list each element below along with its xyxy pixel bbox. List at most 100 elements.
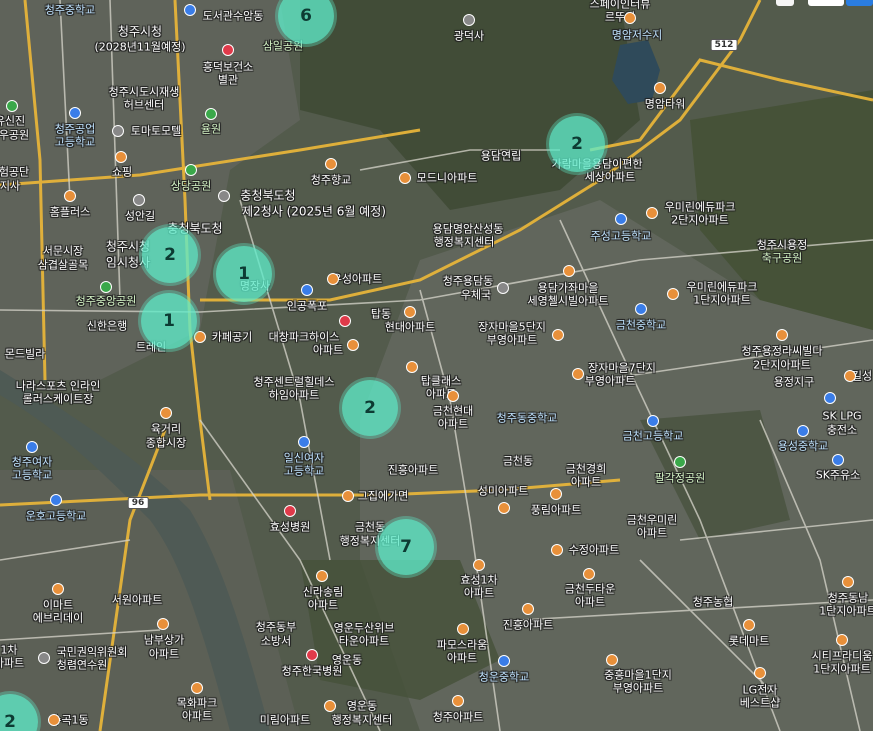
poi-pin-icon[interactable] <box>667 288 679 300</box>
map-place-label[interactable]: 별관 <box>218 74 238 87</box>
marker-cluster[interactable]: 7 <box>378 519 434 575</box>
map-place-label[interactable]: 광덕사 <box>454 30 484 43</box>
map-place-label[interactable]: 시티프라디움 <box>812 650 873 663</box>
poi-pin-icon[interactable] <box>399 172 411 184</box>
map-place-label[interactable]: 성안길 <box>125 210 155 223</box>
poi-pin-icon[interactable] <box>218 190 230 202</box>
poi-pin-icon[interactable] <box>522 603 534 615</box>
map-place-label[interactable]: 소방서 <box>261 635 291 648</box>
map-place-label[interactable]: 중흥마을1단지 <box>604 669 672 682</box>
map-place-label[interactable]: 효성병원 <box>270 521 310 534</box>
map-place-label[interactable]: 아파트 <box>308 599 338 612</box>
map-place-label[interactable]: 주성고등학교 <box>591 230 652 243</box>
map-place-label[interactable]: 나라스포츠 인라인 <box>16 380 100 393</box>
poi-pin-icon[interactable] <box>64 190 76 202</box>
map-place-label[interactable]: 청주센트럴힐데스 <box>254 376 335 389</box>
map-place-label[interactable]: 서문시장 <box>43 245 83 258</box>
map-place-label[interactable]: 1차 <box>0 644 17 657</box>
poi-pin-icon[interactable] <box>52 583 64 595</box>
map-place-label[interactable]: 우성아파트 <box>332 273 383 286</box>
map-place-label[interactable]: 장자마을5단지 <box>478 321 546 334</box>
poi-pin-icon[interactable] <box>842 576 854 588</box>
poi-pin-icon[interactable] <box>824 392 836 404</box>
marker-cluster[interactable]: 1 <box>216 246 272 302</box>
map-place-label[interactable]: 충청북도청 <box>240 189 295 203</box>
map-place-label[interactable]: 아파트 <box>447 652 477 665</box>
poi-pin-icon[interactable] <box>754 667 766 679</box>
map-place-label[interactable]: 유신진 <box>0 115 25 128</box>
map-place-label[interactable]: 축구공원 <box>762 252 802 265</box>
map-place-label[interactable]: SK주유소 <box>816 469 861 482</box>
map-place-label[interactable]: 용담연립 <box>481 150 521 163</box>
map-place-label[interactable]: 청주한국병원 <box>282 665 343 678</box>
poi-pin-icon[interactable] <box>836 634 848 646</box>
poi-pin-icon[interactable] <box>473 559 485 571</box>
marker-cluster[interactable]: 2 <box>342 380 398 436</box>
poi-pin-icon[interactable] <box>112 125 124 137</box>
poi-pin-icon[interactable] <box>342 490 354 502</box>
map-place-label[interactable]: 신라송림 <box>303 586 343 599</box>
poi-pin-icon[interactable] <box>284 505 296 517</box>
map-place-label[interactable]: LG전자 <box>743 684 778 697</box>
map-place-label[interactable]: 청주공업 <box>55 123 95 136</box>
map-place-label[interactable]: 명암저수지 <box>612 29 663 42</box>
poi-pin-icon[interactable] <box>194 331 206 343</box>
map-place-label[interactable]: 청주중앙공원 <box>76 295 137 308</box>
poi-pin-icon[interactable] <box>646 207 658 219</box>
poi-pin-icon[interactable] <box>48 714 60 726</box>
poi-pin-icon[interactable] <box>298 436 310 448</box>
poi-pin-icon[interactable] <box>498 502 510 514</box>
map-place-label[interactable]: 1단지아파트 <box>693 294 751 307</box>
map-place-label[interactable]: (2028년11월예정) <box>94 41 185 54</box>
map-place-label[interactable]: 아파트 <box>0 657 24 670</box>
map-place-label[interactable]: 충전소 <box>827 424 857 437</box>
map-place-label[interactable]: 청주시도시재생 <box>109 86 180 99</box>
map-place-label[interactable]: 고등학교 <box>55 136 95 149</box>
poi-pin-icon[interactable] <box>674 456 686 468</box>
map-place-label[interactable]: 수정아파트 <box>569 544 620 557</box>
poi-pin-icon[interactable] <box>339 315 351 327</box>
poi-pin-icon[interactable] <box>157 618 169 630</box>
poi-pin-icon[interactable] <box>606 654 618 666</box>
map-place-label[interactable]: 금천동 <box>503 455 533 468</box>
map-place-label[interactable]: 청렴연수원 <box>57 659 108 672</box>
map-place-label[interactable]: 대창파크하이스 <box>269 331 340 344</box>
map-place-label[interactable]: 풍림아파트 <box>531 504 582 517</box>
map-place-label[interactable]: 팔각정공원 <box>655 472 706 485</box>
poi-pin-icon[interactable] <box>404 306 416 318</box>
map-place-label[interactable]: 목화파크 <box>177 697 217 710</box>
map-place-label[interactable]: 금천우미린 <box>627 514 678 527</box>
map-place-label[interactable]: 하임아파트 <box>269 389 320 402</box>
map-place-label[interactable]: 청주시청 <box>118 25 162 39</box>
map-place-label[interactable]: 모드니아파트 <box>417 172 478 185</box>
map-control-tab[interactable] <box>808 0 844 6</box>
map-place-label[interactable]: 쇼핑 <box>112 166 132 179</box>
map-place-label[interactable]: 청주동중학교 <box>497 412 558 425</box>
map-place-label[interactable]: 홈플러스 <box>50 206 90 219</box>
map-place-label[interactable]: 명암타워 <box>645 98 685 111</box>
map-place-label[interactable]: 아파트 <box>575 596 605 609</box>
poi-pin-icon[interactable] <box>222 44 234 56</box>
poi-pin-icon[interactable] <box>160 407 172 419</box>
map-place-label[interactable]: 고등학교 <box>284 465 324 478</box>
poi-pin-icon[interactable] <box>635 303 647 315</box>
map-place-label[interactable]: 육거리 <box>151 423 181 436</box>
map-control-tab-active[interactable] <box>846 0 873 6</box>
map-place-label[interactable]: 청주향교 <box>311 174 351 187</box>
poi-pin-icon[interactable] <box>69 107 81 119</box>
map-place-label[interactable]: 몬드빌라 <box>5 348 45 361</box>
map-place-label[interactable]: 우미린에듀파크 <box>665 201 736 214</box>
map-place-label[interactable]: 아파트 <box>149 648 179 661</box>
map-place-label[interactable]: 우미린에듀파크 <box>687 281 758 294</box>
map-place-label[interactable]: 일신여자 <box>284 452 324 465</box>
map-place-label[interactable]: 금천고등학교 <box>623 430 684 443</box>
map-place-label[interactable]: 아파트 <box>637 527 667 540</box>
map-place-label[interactable]: 용담명암산성동 <box>433 223 504 236</box>
poi-pin-icon[interactable] <box>563 265 575 277</box>
map-place-label[interactable]: 우체국 <box>461 289 491 302</box>
poi-pin-icon[interactable] <box>457 623 469 635</box>
map-place-label[interactable]: 토마토모텔 <box>131 125 182 138</box>
map-place-label[interactable]: 금천현대 <box>433 405 473 418</box>
map-place-label[interactable]: 국민권익위원회 <box>57 646 128 659</box>
map-place-label[interactable]: 롤러스케이트장 <box>23 393 94 406</box>
